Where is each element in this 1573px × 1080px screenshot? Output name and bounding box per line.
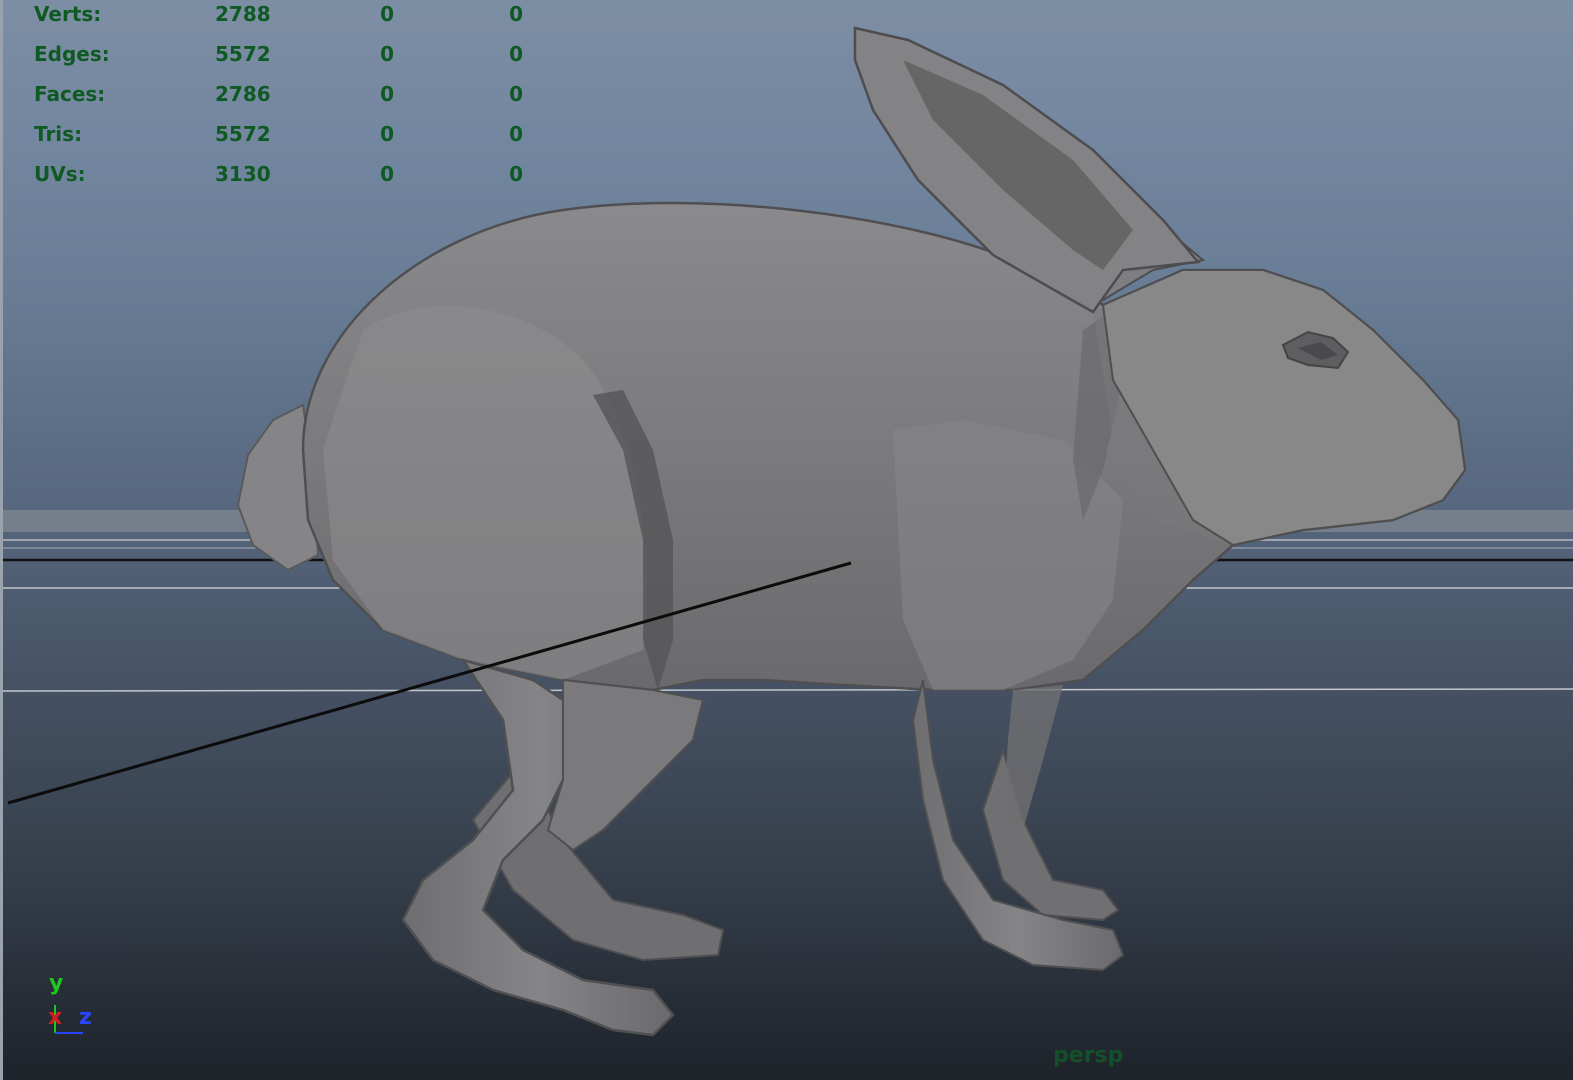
hud-value: 0 bbox=[380, 122, 394, 146]
hud-value: 0 bbox=[380, 82, 394, 106]
axis-x-label: x bbox=[48, 1005, 63, 1030]
rabbit-mesh[interactable] bbox=[236, 26, 1467, 1037]
hud-label: Tris: bbox=[34, 122, 83, 146]
axis-gizmo: y x z bbox=[43, 971, 103, 1045]
hud-label: Edges: bbox=[34, 42, 110, 66]
axis-z-label: z bbox=[79, 1005, 92, 1030]
hud-value: 0 bbox=[380, 162, 394, 186]
hud-value: 5572 bbox=[215, 42, 271, 66]
hud-value: 3130 bbox=[215, 162, 271, 186]
hud-value: 0 bbox=[509, 42, 523, 66]
hud-value: 0 bbox=[380, 42, 394, 66]
perspective-viewport[interactable]: Verts: 2788 0 0 Edges: 5572 0 0 Faces: 2… bbox=[0, 0, 1573, 1080]
hud-label: Faces: bbox=[34, 82, 106, 106]
axis-y-label: y bbox=[49, 971, 64, 996]
hud-label: Verts: bbox=[34, 2, 102, 26]
hud-value: 2786 bbox=[215, 82, 271, 106]
hud-label: UVs: bbox=[34, 162, 86, 186]
hud-value: 2788 bbox=[215, 2, 271, 26]
hud-value: 0 bbox=[509, 122, 523, 146]
hud-value: 0 bbox=[380, 2, 394, 26]
hud-value: 5572 bbox=[215, 122, 271, 146]
hud-value: 0 bbox=[509, 2, 523, 26]
camera-name-label: persp bbox=[1053, 1043, 1124, 1068]
hud-value: 0 bbox=[509, 162, 523, 186]
hud-value: 0 bbox=[509, 82, 523, 106]
